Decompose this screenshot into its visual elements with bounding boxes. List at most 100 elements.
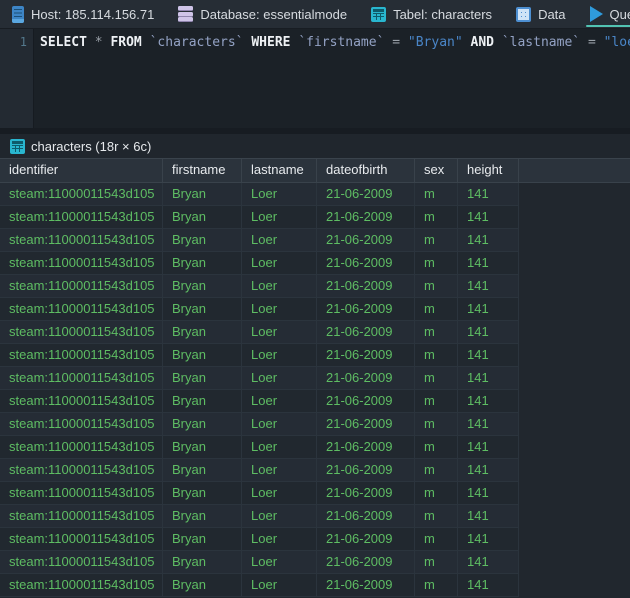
cell-sex[interactable]: m	[415, 252, 458, 274]
cell-firstname[interactable]: Bryan	[163, 390, 242, 412]
table-row[interactable]: steam:11000011543d105BryanLoer21-06-2009…	[0, 206, 519, 229]
cell-sex[interactable]: m	[415, 275, 458, 297]
cell-dateofbirth[interactable]: 21-06-2009	[317, 252, 415, 274]
cell-sex[interactable]: m	[415, 390, 458, 412]
cell-lastname[interactable]: Loer	[242, 459, 317, 481]
cell-lastname[interactable]: Loer	[242, 298, 317, 320]
cell-identifier[interactable]: steam:11000011543d105	[0, 505, 163, 527]
tab-database[interactable]: Database: essentialmode	[166, 0, 359, 28]
cell-identifier[interactable]: steam:11000011543d105	[0, 298, 163, 320]
cell-identifier[interactable]: steam:11000011543d105	[0, 252, 163, 274]
cell-height[interactable]: 141	[458, 229, 519, 251]
table-row[interactable]: steam:11000011543d105BryanLoer21-06-2009…	[0, 390, 519, 413]
cell-dateofbirth[interactable]: 21-06-2009	[317, 275, 415, 297]
cell-height[interactable]: 141	[458, 436, 519, 458]
cell-height[interactable]: 141	[458, 482, 519, 504]
cell-firstname[interactable]: Bryan	[163, 413, 242, 435]
cell-firstname[interactable]: Bryan	[163, 183, 242, 205]
cell-firstname[interactable]: Bryan	[163, 436, 242, 458]
cell-identifier[interactable]: steam:11000011543d105	[0, 459, 163, 481]
tab-table[interactable]: Tabel: characters	[359, 0, 504, 28]
cell-height[interactable]: 141	[458, 344, 519, 366]
cell-height[interactable]: 141	[458, 505, 519, 527]
cell-firstname[interactable]: Bryan	[163, 321, 242, 343]
cell-lastname[interactable]: Loer	[242, 528, 317, 550]
cell-dateofbirth[interactable]: 21-06-2009	[317, 436, 415, 458]
cell-lastname[interactable]: Loer	[242, 413, 317, 435]
cell-dateofbirth[interactable]: 21-06-2009	[317, 505, 415, 527]
cell-lastname[interactable]: Loer	[242, 367, 317, 389]
cell-sex[interactable]: m	[415, 321, 458, 343]
cell-lastname[interactable]: Loer	[242, 183, 317, 205]
cell-lastname[interactable]: Loer	[242, 482, 317, 504]
cell-height[interactable]: 141	[458, 459, 519, 481]
cell-identifier[interactable]: steam:11000011543d105	[0, 344, 163, 366]
cell-firstname[interactable]: Bryan	[163, 367, 242, 389]
table-row[interactable]: steam:11000011543d105BryanLoer21-06-2009…	[0, 321, 519, 344]
cell-lastname[interactable]: Loer	[242, 206, 317, 228]
cell-height[interactable]: 141	[458, 298, 519, 320]
cell-firstname[interactable]: Bryan	[163, 574, 242, 596]
cell-sex[interactable]: m	[415, 436, 458, 458]
cell-dateofbirth[interactable]: 21-06-2009	[317, 367, 415, 389]
cell-firstname[interactable]: Bryan	[163, 206, 242, 228]
result-tab[interactable]: characters (18r × 6c)	[0, 134, 630, 158]
cell-sex[interactable]: m	[415, 298, 458, 320]
cell-height[interactable]: 141	[458, 183, 519, 205]
cell-firstname[interactable]: Bryan	[163, 229, 242, 251]
cell-lastname[interactable]: Loer	[242, 551, 317, 573]
cell-dateofbirth[interactable]: 21-06-2009	[317, 413, 415, 435]
cell-height[interactable]: 141	[458, 574, 519, 596]
cell-sex[interactable]: m	[415, 551, 458, 573]
cell-sex[interactable]: m	[415, 229, 458, 251]
cell-lastname[interactable]: Loer	[242, 321, 317, 343]
cell-lastname[interactable]: Loer	[242, 229, 317, 251]
tab-data[interactable]: Data	[504, 0, 577, 28]
cell-identifier[interactable]: steam:11000011543d105	[0, 436, 163, 458]
table-row[interactable]: steam:11000011543d105BryanLoer21-06-2009…	[0, 459, 519, 482]
cell-firstname[interactable]: Bryan	[163, 275, 242, 297]
cell-firstname[interactable]: Bryan	[163, 482, 242, 504]
cell-firstname[interactable]: Bryan	[163, 551, 242, 573]
cell-identifier[interactable]: steam:11000011543d105	[0, 482, 163, 504]
cell-firstname[interactable]: Bryan	[163, 298, 242, 320]
cell-dateofbirth[interactable]: 21-06-2009	[317, 298, 415, 320]
table-row[interactable]: steam:11000011543d105BryanLoer21-06-2009…	[0, 505, 519, 528]
cell-height[interactable]: 141	[458, 390, 519, 412]
column-header-firstname[interactable]: firstname	[163, 159, 242, 182]
cell-height[interactable]: 141	[458, 252, 519, 274]
cell-height[interactable]: 141	[458, 413, 519, 435]
column-header-lastname[interactable]: lastname	[242, 159, 317, 182]
cell-identifier[interactable]: steam:11000011543d105	[0, 413, 163, 435]
cell-lastname[interactable]: Loer	[242, 574, 317, 596]
cell-sex[interactable]: m	[415, 367, 458, 389]
cell-sex[interactable]: m	[415, 574, 458, 596]
cell-sex[interactable]: m	[415, 206, 458, 228]
cell-dateofbirth[interactable]: 21-06-2009	[317, 206, 415, 228]
table-row[interactable]: steam:11000011543d105BryanLoer21-06-2009…	[0, 551, 519, 574]
cell-lastname[interactable]: Loer	[242, 390, 317, 412]
cell-sex[interactable]: m	[415, 482, 458, 504]
cell-identifier[interactable]: steam:11000011543d105	[0, 275, 163, 297]
table-row[interactable]: steam:11000011543d105BryanLoer21-06-2009…	[0, 367, 519, 390]
cell-height[interactable]: 141	[458, 321, 519, 343]
table-row[interactable]: steam:11000011543d105BryanLoer21-06-2009…	[0, 574, 519, 597]
cell-identifier[interactable]: steam:11000011543d105	[0, 574, 163, 596]
cell-lastname[interactable]: Loer	[242, 344, 317, 366]
cell-lastname[interactable]: Loer	[242, 505, 317, 527]
cell-height[interactable]: 141	[458, 528, 519, 550]
cell-sex[interactable]: m	[415, 344, 458, 366]
cell-height[interactable]: 141	[458, 206, 519, 228]
table-row[interactable]: steam:11000011543d105BryanLoer21-06-2009…	[0, 298, 519, 321]
column-header-sex[interactable]: sex	[415, 159, 458, 182]
cell-dateofbirth[interactable]: 21-06-2009	[317, 482, 415, 504]
cell-sex[interactable]: m	[415, 459, 458, 481]
cell-lastname[interactable]: Loer	[242, 275, 317, 297]
cell-dateofbirth[interactable]: 21-06-2009	[317, 229, 415, 251]
cell-firstname[interactable]: Bryan	[163, 252, 242, 274]
cell-lastname[interactable]: Loer	[242, 436, 317, 458]
table-row[interactable]: steam:11000011543d105BryanLoer21-06-2009…	[0, 528, 519, 551]
cell-firstname[interactable]: Bryan	[163, 344, 242, 366]
cell-dateofbirth[interactable]: 21-06-2009	[317, 321, 415, 343]
table-row[interactable]: steam:11000011543d105BryanLoer21-06-2009…	[0, 252, 519, 275]
